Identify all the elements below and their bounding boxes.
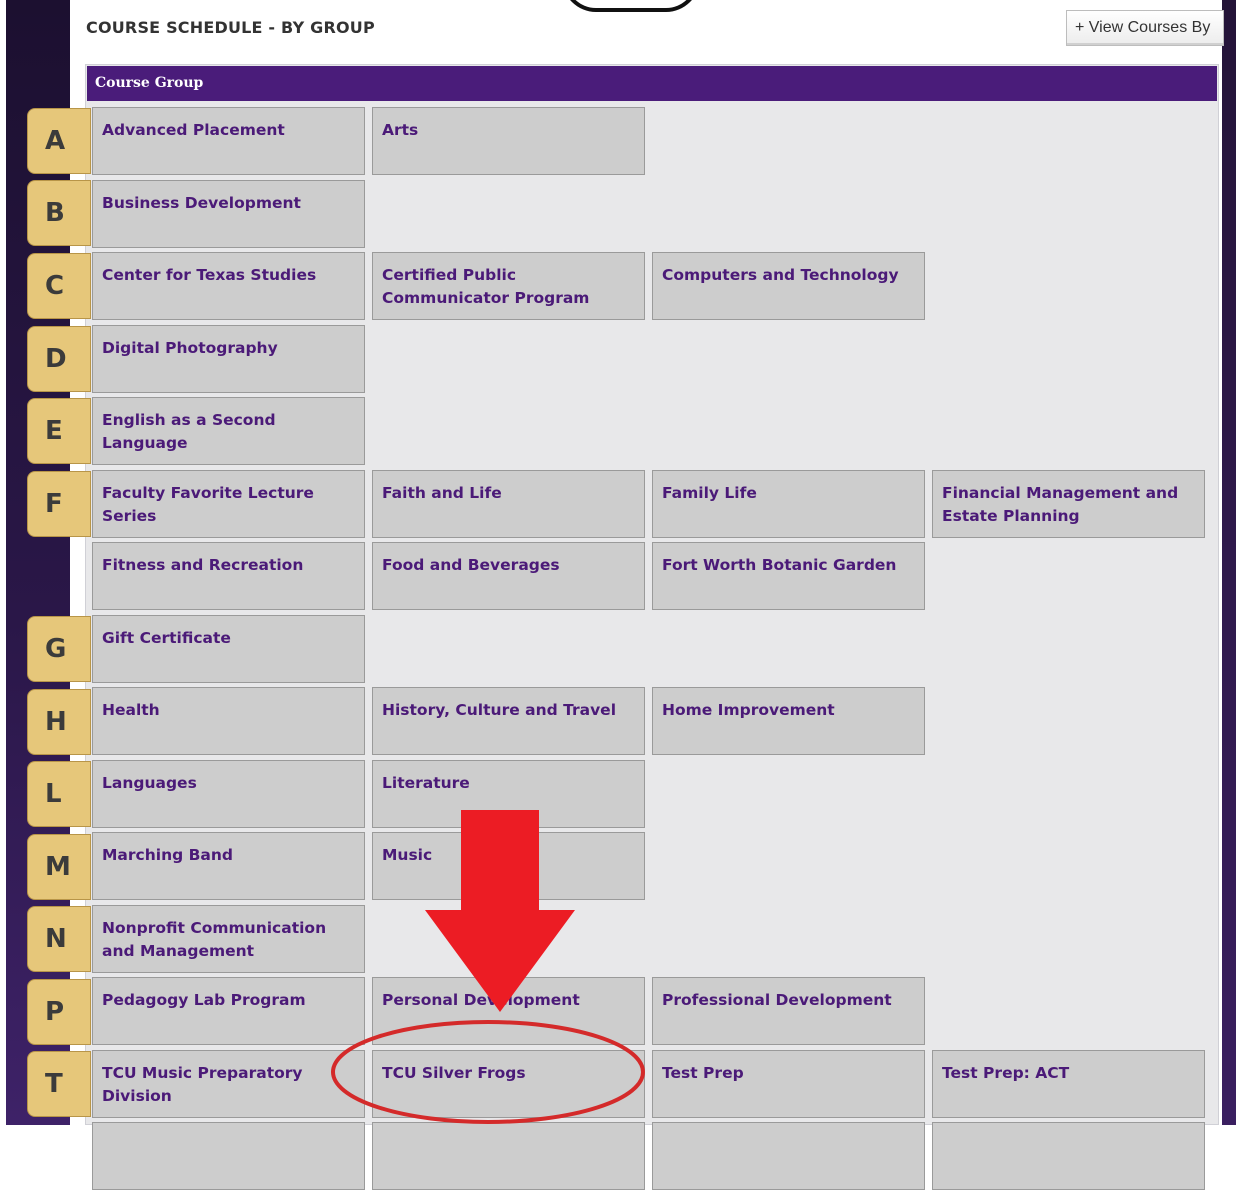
letter-tab-b[interactable]: B — [27, 180, 91, 246]
letter-tab-d[interactable]: D — [27, 326, 91, 392]
letter-tab-n[interactable]: N — [27, 906, 91, 972]
course-group-tcu-music-preparatory[interactable]: TCU Music Preparatory Division — [92, 1050, 365, 1118]
letter-tab-l[interactable]: L — [27, 761, 91, 827]
course-group-computers-and-technology[interactable]: Computers and Technology — [652, 252, 925, 320]
course-group-financial-management[interactable]: Financial Management and Estate Planning — [932, 470, 1205, 538]
course-group-certified-public-communicator[interactable]: Certified Public Communicator Program — [372, 252, 645, 320]
letter-tab-a[interactable]: A — [27, 108, 91, 174]
course-group-center-for-texas-studies[interactable]: Center for Texas Studies — [92, 252, 365, 320]
course-group-partial[interactable] — [932, 1122, 1205, 1190]
course-group-partial[interactable] — [372, 1122, 645, 1190]
course-group-professional-development[interactable]: Professional Development — [652, 977, 925, 1045]
course-group-personal-development[interactable]: Personal Development — [372, 977, 645, 1045]
course-group-languages[interactable]: Languages — [92, 760, 365, 828]
course-group-partial[interactable] — [652, 1122, 925, 1190]
right-background — [1222, 0, 1236, 1125]
course-group-nonprofit-communication[interactable]: Nonprofit Communication and Management — [92, 905, 365, 973]
course-group-fort-worth-botanic-garden[interactable]: Fort Worth Botanic Garden — [652, 542, 925, 610]
page-title: COURSE SCHEDULE - BY GROUP — [86, 18, 375, 37]
course-group-test-prep[interactable]: Test Prep — [652, 1050, 925, 1118]
top-cropped-glyph — [562, 0, 700, 12]
course-group-food-and-beverages[interactable]: Food and Beverages — [372, 542, 645, 610]
course-group-faculty-favorite-lecture[interactable]: Faculty Favorite Lecture Series — [92, 470, 365, 538]
course-group-history-culture-travel[interactable]: History, Culture and Travel — [372, 687, 645, 755]
course-group-health[interactable]: Health — [92, 687, 365, 755]
course-group-pedagogy-lab-program[interactable]: Pedagogy Lab Program — [92, 977, 365, 1045]
course-group-business-development[interactable]: Business Development — [92, 180, 365, 248]
course-group-fitness-and-recreation[interactable]: Fitness and Recreation — [92, 542, 365, 610]
view-courses-by-button[interactable]: + View Courses By — [1066, 10, 1224, 46]
course-group-english-second-language[interactable]: English as a Second Language — [92, 397, 365, 465]
letter-tab-p[interactable]: P — [27, 979, 91, 1045]
panel-heading: Course Group — [87, 66, 1217, 101]
letter-tab-e[interactable]: E — [27, 398, 91, 464]
letter-tab-c[interactable]: C — [27, 253, 91, 319]
course-group-literature[interactable]: Literature — [372, 760, 645, 828]
course-group-arts[interactable]: Arts — [372, 107, 645, 175]
letter-tab-m[interactable]: M — [27, 834, 91, 900]
course-group-family-life[interactable]: Family Life — [652, 470, 925, 538]
course-group-music[interactable]: Music — [372, 832, 645, 900]
course-group-test-prep-act[interactable]: Test Prep: ACT — [932, 1050, 1205, 1118]
course-group-digital-photography[interactable]: Digital Photography — [92, 325, 365, 393]
letter-tab-f[interactable]: F — [27, 471, 91, 537]
course-group-advanced-placement[interactable]: Advanced Placement — [92, 107, 365, 175]
course-group-faith-and-life[interactable]: Faith and Life — [372, 470, 645, 538]
course-group-partial[interactable] — [92, 1122, 365, 1190]
letter-tab-t[interactable]: T — [27, 1051, 91, 1117]
letter-tab-h[interactable]: H — [27, 689, 91, 755]
letter-tab-g[interactable]: G — [27, 616, 91, 682]
course-group-marching-band[interactable]: Marching Band — [92, 832, 365, 900]
course-group-gift-certificate[interactable]: Gift Certificate — [92, 615, 365, 683]
course-group-home-improvement[interactable]: Home Improvement — [652, 687, 925, 755]
course-group-tcu-silver-frogs[interactable]: TCU Silver Frogs — [372, 1050, 645, 1118]
